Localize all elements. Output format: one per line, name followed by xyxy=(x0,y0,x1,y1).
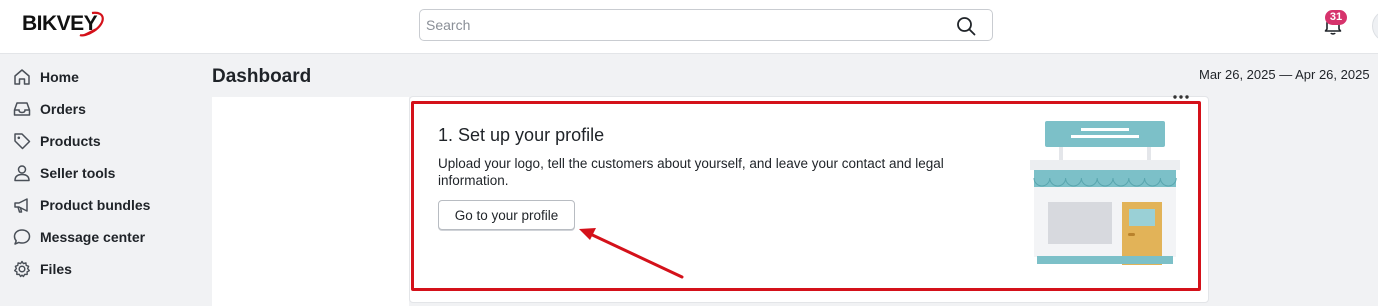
inbox-icon xyxy=(13,102,31,116)
search-input[interactable] xyxy=(426,14,946,36)
brand-logo[interactable]: BIKVEY xyxy=(22,9,104,39)
user-icon xyxy=(14,165,30,182)
dashboard-panel xyxy=(212,97,409,306)
sidebar-item-home[interactable]: Home xyxy=(12,65,79,89)
chat-icon xyxy=(13,229,31,245)
logo-text: BIKVEY xyxy=(22,12,98,35)
sidebar: Home Orders Products Seller tools Produc… xyxy=(0,55,197,306)
arrow-annotation-icon xyxy=(579,228,684,279)
avatar[interactable] xyxy=(1372,10,1378,42)
search-icon[interactable] xyxy=(956,16,976,36)
search-box[interactable] xyxy=(419,9,993,41)
sidebar-item-label: Products xyxy=(40,133,101,149)
sidebar-item-files[interactable]: Files xyxy=(12,257,72,281)
gear-icon xyxy=(14,260,30,278)
sidebar-item-label: Message center xyxy=(40,229,146,245)
notification-badge: 31 xyxy=(1325,10,1347,25)
date-range-picker[interactable]: Mar 26, 2025 — Apr 26, 2025 xyxy=(1199,67,1370,82)
sidebar-item-label: Seller tools xyxy=(40,165,116,181)
sidebar-item-seller-tools[interactable]: Seller tools xyxy=(12,161,115,185)
sidebar-item-orders[interactable]: Orders xyxy=(12,97,86,121)
storefront-illustration xyxy=(1030,121,1180,265)
card-description: Upload your logo, tell the customers abo… xyxy=(438,156,944,188)
page-title: Dashboard xyxy=(212,66,312,87)
megaphone-icon xyxy=(14,198,28,213)
sidebar-item-label: Home xyxy=(40,69,79,85)
sidebar-item-message-center[interactable]: Message center xyxy=(12,225,145,249)
sidebar-item-label: Product bundles xyxy=(40,197,151,213)
more-horizontal-icon[interactable] xyxy=(1172,93,1190,101)
top-bar: BIKVEY 31 xyxy=(0,0,1378,54)
sidebar-item-label: Files xyxy=(40,261,72,277)
home-icon xyxy=(14,69,30,85)
go-to-profile-button[interactable]: Go to your profile xyxy=(438,200,575,230)
tag-icon xyxy=(14,133,31,150)
card-title: 1. Set up your profile xyxy=(438,125,605,145)
sidebar-item-products[interactable]: Products xyxy=(12,129,101,153)
sidebar-item-product-bundles[interactable]: Product bundles xyxy=(12,193,150,217)
sidebar-item-label: Orders xyxy=(40,101,86,117)
